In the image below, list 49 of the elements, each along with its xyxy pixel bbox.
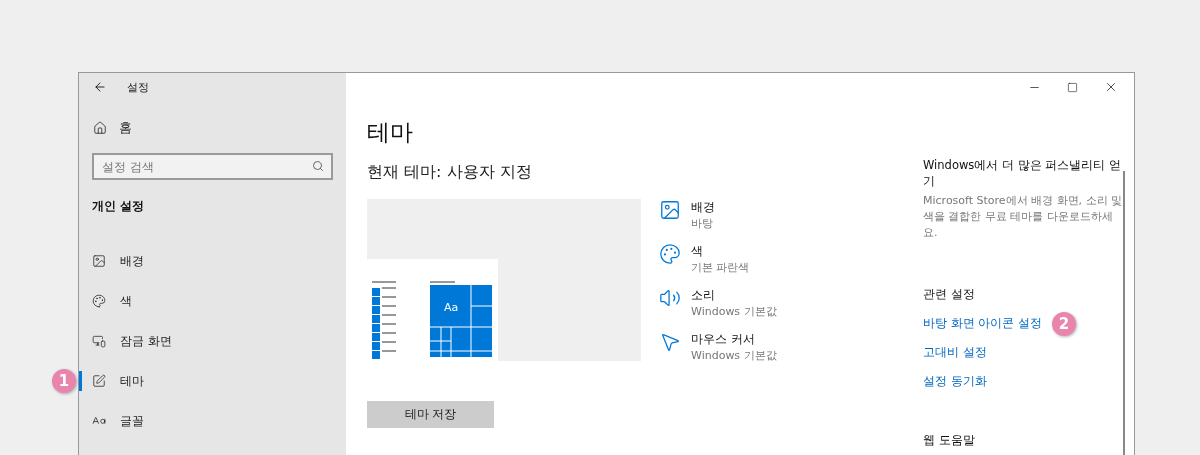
page-title: 테마 [367, 118, 414, 147]
save-theme-button[interactable]: 테마 저장 [367, 401, 494, 428]
search-icon [312, 160, 324, 172]
attribute-value: Windows 기본값 [691, 348, 777, 363]
sidebar-item-icon [92, 374, 106, 388]
attribute-title[interactable]: 소리 [691, 287, 777, 304]
settings-link[interactable]: 고대비 설정 [923, 345, 987, 360]
attribute-value: 바탕 [691, 216, 714, 231]
attribute-icon[interactable] [659, 287, 681, 309]
sidebar-item-label: 잠금 화면 [120, 332, 172, 350]
attribute-title[interactable]: 색 [691, 243, 750, 260]
search-field[interactable]: 설정 검색 [92, 153, 333, 180]
maximize-icon[interactable] [1067, 81, 1078, 93]
callout-badge: 1 [52, 369, 76, 393]
attribute-icon[interactable] [659, 243, 681, 265]
sidebar-item-icon [92, 334, 106, 348]
attribute-value: 기본 파란색 [691, 260, 750, 275]
sidebar-item-label: 색 [120, 292, 132, 310]
theme-preview-drawing: Aa [367, 199, 641, 361]
settings-link[interactable]: 설정 동기화 [923, 374, 987, 389]
back-icon[interactable] [93, 80, 107, 94]
aside-description: Microsoft Store에서 배경 화면, 소리 및 색을 결합한 무료 테마를 다운로드하세요. [923, 193, 1123, 241]
sidebar-item[interactable]: 잠금 화면 [79, 321, 346, 361]
close-icon[interactable] [1104, 80, 1118, 94]
sidebar-item-icon [92, 294, 106, 308]
callout-badge: 2 [1051, 312, 1076, 336]
sidebar-item-label: 테마 [120, 372, 144, 390]
section-heading: 개인 설정 [91, 198, 146, 215]
sidebar-item[interactable]: 글꼴 [79, 401, 346, 441]
attribute-icon[interactable] [659, 331, 681, 353]
home-icon [93, 121, 107, 135]
attribute-icon[interactable] [659, 199, 681, 221]
sidebar-item-label: 글꼴 [120, 412, 144, 430]
web-help-heading: 웹 도움말 [923, 433, 976, 448]
attribute-value: Windows 기본값 [691, 304, 777, 319]
home-label: 홈 [119, 119, 132, 137]
attribute-title[interactable]: 배경 [691, 199, 715, 216]
window-title: 설정 [127, 79, 149, 95]
sidebar-item-icon [92, 254, 106, 268]
sidebar-item[interactable]: 테마 [79, 361, 346, 401]
related-settings-heading: 관련 설정 [923, 287, 976, 302]
attribute-title[interactable]: 마우스 커서 [691, 331, 777, 348]
settings-link[interactable]: 바탕 화면 아이콘 설정 [923, 316, 1042, 331]
sidebar-item-label: 배경 [120, 252, 144, 270]
current-theme-heading: 현재 테마: 사용자 지정 [367, 162, 533, 183]
sidebar-item[interactable]: 색 [79, 281, 346, 321]
sidebar-item[interactable]: 배경 [79, 241, 346, 281]
home-nav-item[interactable]: 홈 [79, 101, 346, 137]
aside-heading: Windows에서 더 많은 퍼스낼리티 얻기 [923, 157, 1122, 189]
